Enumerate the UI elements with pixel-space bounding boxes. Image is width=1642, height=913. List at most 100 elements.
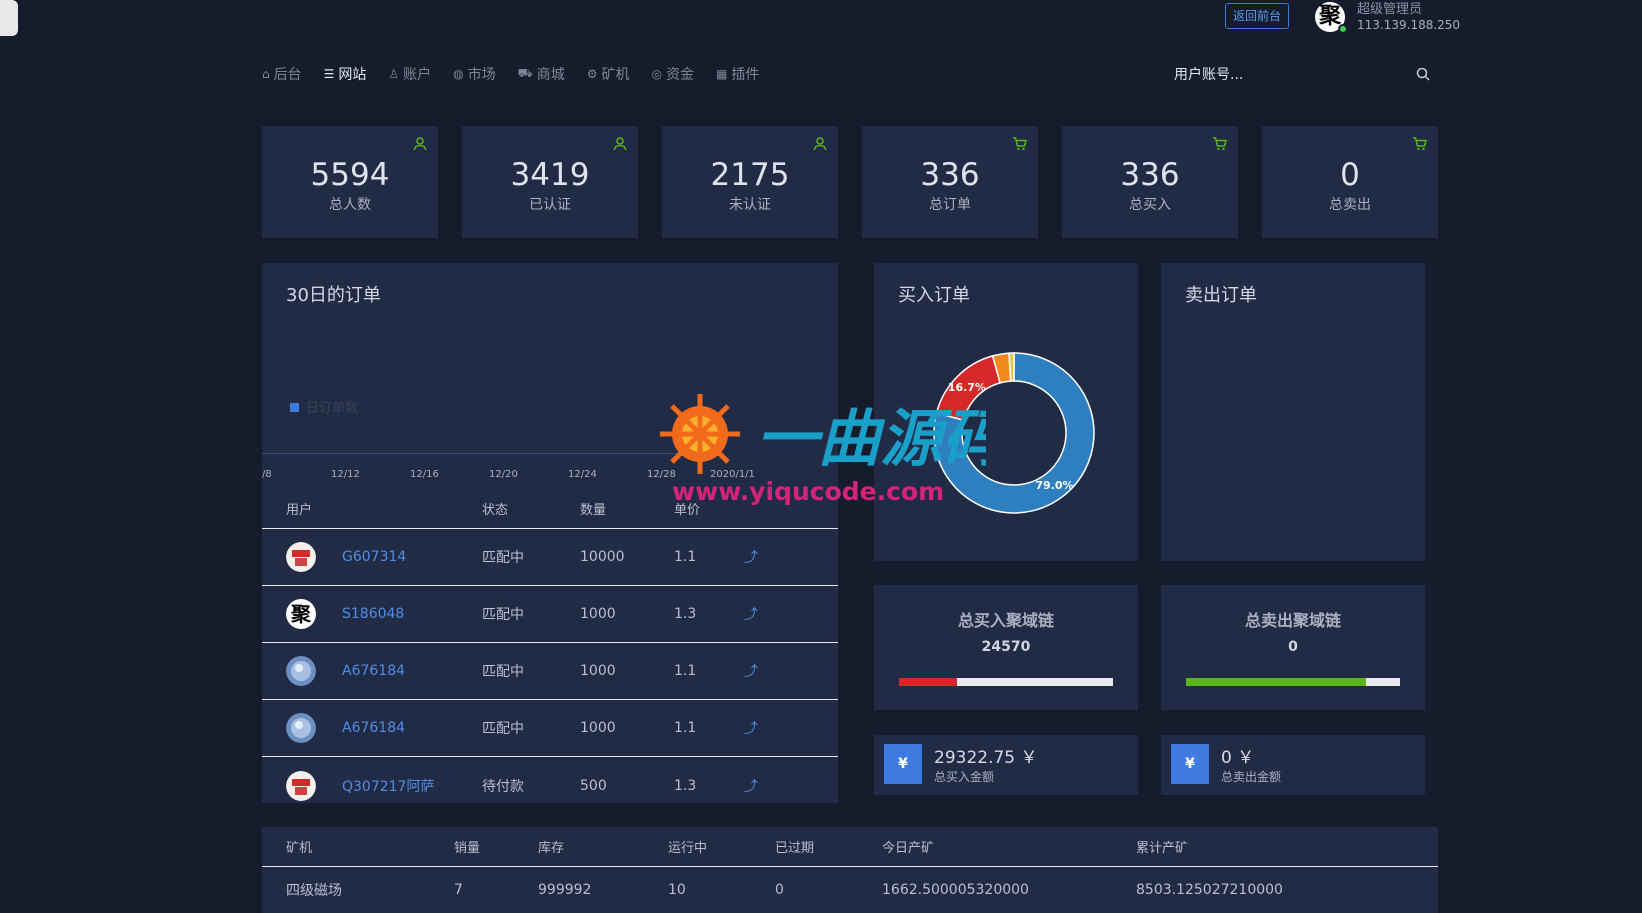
pie-slice-label: 16.7% bbox=[948, 381, 986, 394]
stat-card-total-buy: 336 总买入 bbox=[1062, 126, 1238, 238]
stat-label: 未认证 bbox=[729, 197, 771, 214]
user-search bbox=[1170, 62, 1430, 88]
yen-icon: ¥ bbox=[1171, 744, 1209, 784]
admin-ip: 113.139.188.250 bbox=[1357, 18, 1461, 32]
stat-card-verified: 3419 已认证 bbox=[462, 126, 638, 238]
user-icon bbox=[413, 137, 427, 151]
stat-label: 已认证 bbox=[529, 197, 571, 214]
order-status: 匹配中 bbox=[482, 607, 524, 623]
buy-orders-panel: 买入订单 79.0% 16.7% bbox=[874, 263, 1138, 561]
table-row: A676184 匹配中 1000 1.1 ⤴ bbox=[262, 643, 838, 700]
order-price: 1.1 bbox=[674, 549, 697, 565]
stat-value: 5594 bbox=[310, 157, 390, 193]
admin-role[interactable]: 超级管理员 bbox=[1357, 0, 1422, 17]
nav-item-plugins[interactable]: ▦ 插件 bbox=[716, 64, 759, 84]
stat-label: 总买入 bbox=[1129, 197, 1171, 214]
user-link[interactable]: A676184 bbox=[342, 720, 405, 736]
cart-icon bbox=[1213, 137, 1227, 151]
nav-item-label: 网站 bbox=[338, 67, 367, 83]
progress-fill bbox=[899, 678, 957, 686]
order-price: 1.3 bbox=[674, 606, 697, 622]
user-link[interactable]: S186048 bbox=[342, 606, 404, 622]
order-qty: 500 bbox=[580, 777, 607, 794]
order-qty: 1000 bbox=[580, 720, 616, 736]
order-status: 匹配中 bbox=[482, 664, 524, 680]
table-row: Q307217阿萨 待付款 500 1.3 ⤴ bbox=[262, 757, 838, 814]
buy-amount-value: 29322.75 ￥ bbox=[934, 748, 1038, 768]
nav-item-label: 商城 bbox=[536, 67, 565, 83]
miner-table: 矿机 销量 库存 运行中 已过期 今日产矿 累计产矿 四级磁场 7 999992… bbox=[262, 827, 1438, 913]
share-icon[interactable]: ⤴ bbox=[744, 547, 784, 567]
total-sell-title: 总卖出聚域链 bbox=[1244, 611, 1341, 630]
nav-item-website[interactable]: ☰ 网站 bbox=[324, 64, 367, 84]
nav-item-miner[interactable]: ⚙ 矿机 bbox=[587, 64, 630, 84]
legend-swatch bbox=[290, 403, 299, 412]
header-expired: 已过期 bbox=[775, 841, 815, 856]
nav-item-accounts[interactable]: ♙ 账户 bbox=[388, 64, 431, 84]
yen-icon: ¥ bbox=[884, 744, 922, 784]
pie-slice-label: 79.0% bbox=[1035, 479, 1073, 492]
order-price: 1.3 bbox=[674, 777, 697, 794]
sell-amount-value: 0 ￥ bbox=[1221, 748, 1255, 768]
header-today-output: 今日产矿 bbox=[882, 841, 935, 856]
share-icon[interactable]: ⤴ bbox=[744, 718, 784, 738]
user-avatar bbox=[286, 656, 316, 686]
stat-label: 总卖出 bbox=[1329, 197, 1371, 214]
search-icon[interactable] bbox=[1416, 67, 1430, 81]
total-buy-progress bbox=[899, 678, 1113, 686]
stat-value: 0 bbox=[1340, 157, 1360, 193]
globe-icon: ◍ bbox=[453, 67, 464, 81]
total-buy-amount-card: ¥ 29322.75 ￥ 总买入金额 bbox=[874, 735, 1138, 795]
total-sell-amount-card: ¥ 0 ￥ 总卖出金额 bbox=[1161, 735, 1425, 795]
cart-icon bbox=[1413, 137, 1427, 151]
user-link[interactable]: A676184 bbox=[342, 663, 405, 679]
header-price: 单价 bbox=[674, 503, 701, 518]
grid-icon: ▦ bbox=[716, 67, 728, 81]
user-link[interactable]: G607314 bbox=[342, 549, 406, 565]
nav-item-label: 市场 bbox=[467, 67, 496, 83]
list-icon: ☰ bbox=[323, 67, 335, 81]
header-total-output: 累计产矿 bbox=[1136, 841, 1189, 856]
user-icon bbox=[813, 137, 827, 151]
coin-icon: ◎ bbox=[651, 67, 662, 81]
orders-panel: 30日的订单 日订单数 /8 12/12 12/16 12/20 12/24 1… bbox=[262, 263, 838, 803]
nav-item-funds[interactable]: ◎ 资金 bbox=[652, 64, 694, 84]
total-sell-progress bbox=[1186, 678, 1400, 686]
header-running: 运行中 bbox=[668, 841, 708, 856]
pie-slice[interactable] bbox=[1008, 352, 1015, 382]
search-input[interactable] bbox=[1170, 62, 1430, 88]
chart-x-axis: /8 12/12 12/16 12/20 12/24 12/28 2020/1/… bbox=[262, 453, 755, 480]
stat-label: 总人数 bbox=[329, 197, 371, 214]
header-stock: 库存 bbox=[538, 841, 565, 856]
user-link[interactable]: Q307217阿萨 bbox=[342, 776, 434, 796]
share-icon[interactable]: ⤴ bbox=[744, 661, 784, 681]
sell-amount-label: 总卖出金额 bbox=[1221, 770, 1282, 784]
user-avatar bbox=[286, 542, 316, 572]
nav-item-market[interactable]: ◍ 市场 bbox=[453, 64, 495, 84]
share-icon[interactable]: ⤴ bbox=[744, 776, 784, 796]
buy-orders-title: 买入订单 bbox=[898, 285, 970, 306]
x-tick: /8 bbox=[262, 469, 272, 480]
miner-running: 10 bbox=[668, 882, 686, 898]
table-row: A676184 匹配中 1000 1.1 ⤴ bbox=[262, 700, 838, 757]
nav-item-label: 插件 bbox=[731, 67, 760, 83]
header-miner: 矿机 bbox=[286, 841, 313, 856]
home-icon: ⌂ bbox=[262, 67, 270, 81]
buy-orders-donut-chart: 79.0% 16.7% bbox=[933, 352, 1095, 514]
total-sell-card: 总卖出聚域链 0 bbox=[1161, 585, 1425, 710]
share-icon[interactable]: ⤴ bbox=[744, 604, 784, 624]
miner-today-output: 1662.500005320000 bbox=[882, 882, 1029, 898]
user-avatar bbox=[286, 713, 316, 743]
nav-item-backend[interactable]: ⌂ 后台 bbox=[262, 64, 302, 84]
miner-name: 四级磁场 bbox=[286, 883, 342, 899]
back-to-frontend-button[interactable]: 返回前台 bbox=[1225, 3, 1290, 29]
stat-card-total-orders: 336 总订单 bbox=[862, 126, 1038, 238]
nav-item-shop[interactable]: ⛟ 商城 bbox=[518, 64, 565, 84]
stat-card-unverified: 2175 未认证 bbox=[662, 126, 838, 238]
nav-item-label: 资金 bbox=[666, 67, 694, 83]
stat-value: 336 bbox=[1120, 157, 1180, 193]
order-qty: 10000 bbox=[580, 549, 625, 565]
table-row: 四级磁场 7 999992 10 0 1662.500005320000 850… bbox=[262, 867, 1438, 913]
stat-card-total-sell: 0 总卖出 bbox=[1262, 126, 1438, 238]
stat-value: 3419 bbox=[510, 157, 590, 193]
